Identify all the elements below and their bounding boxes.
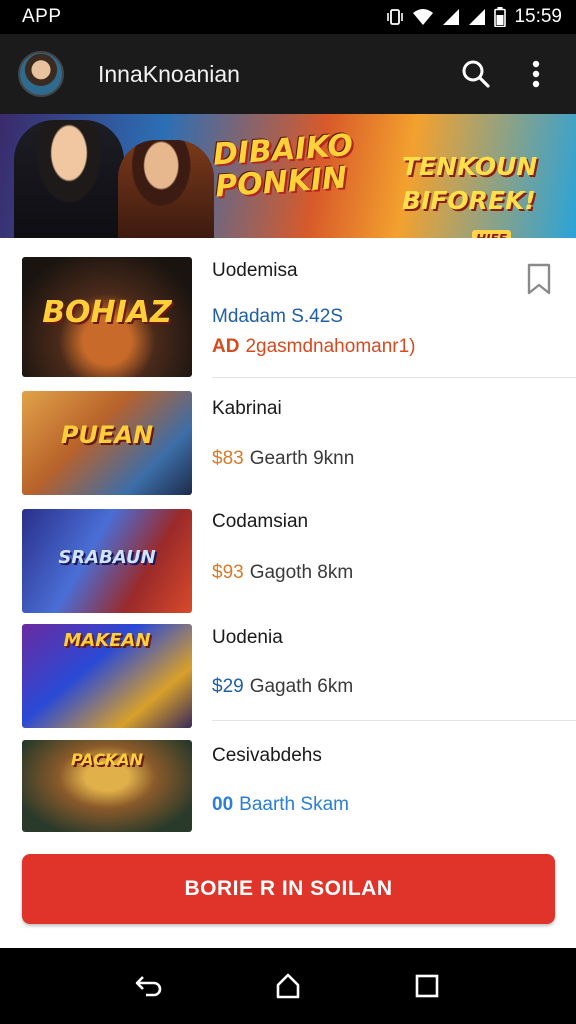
item-price: 00 Baarth Skam	[212, 794, 349, 816]
app-title: InnaKnoanian	[98, 60, 240, 87]
battery-icon	[494, 7, 507, 27]
thumbnail-title: MAKEAN	[63, 630, 151, 651]
item-price: AD 2gasmdnahomanr1)	[212, 336, 416, 358]
game-thumbnail: MAKEAN	[22, 624, 192, 728]
banner-hero-image	[118, 140, 214, 238]
item-title: Codamsian	[212, 511, 309, 532]
price-value: $93	[212, 562, 244, 583]
price-note: Gagoth 8km	[249, 562, 354, 583]
home-icon	[276, 973, 300, 999]
item-price: $29 Gagath 6km	[212, 676, 353, 698]
item-title: Kabrinai	[212, 398, 282, 419]
list-item[interactable]: BOHIAZ Uodemisa Mdadam S.42S AD 2gasmdna…	[0, 238, 576, 378]
system-nav-bar	[0, 948, 576, 1024]
item-title: Uodenia	[212, 627, 283, 648]
price-note: Gearth 9knn	[249, 448, 355, 469]
price-value: AD	[212, 336, 240, 357]
primary-action-button[interactable]: BORIE R IN SOILAN	[22, 854, 555, 924]
list-item[interactable]: PUEAN Kabrinai $83 Gearth 9knn	[0, 388, 576, 498]
signal-icon	[443, 9, 460, 25]
bookmark-button[interactable]	[524, 262, 554, 296]
banner-subtitle: TENKOUN BIFOREK! HIEE	[402, 150, 572, 238]
back-button[interactable]	[125, 962, 173, 1010]
banner-tag: HIEE	[472, 230, 511, 238]
back-icon	[136, 976, 162, 997]
home-button[interactable]	[264, 962, 312, 1010]
promo-banner[interactable]: DIBAIKO PONKIN TENKOUN BIFOREK! HIEE	[0, 114, 576, 238]
item-title: Cesivabdehs	[212, 745, 322, 766]
price-note: Baarth Skam	[239, 794, 349, 815]
banner-title: DIBAIKO PONKIN	[211, 127, 355, 205]
status-time: 15:59	[514, 6, 562, 27]
vibrate-icon	[387, 9, 404, 25]
status-icons: 15:59	[386, 6, 562, 28]
price-note: Gagath 6km	[249, 676, 354, 697]
item-title: Uodemisa	[212, 260, 298, 281]
item-price: $83 Gearth 9knn	[212, 448, 354, 470]
game-thumbnail: PACKAN	[22, 740, 192, 832]
game-list: BOHIAZ Uodemisa Mdadam S.42S AD 2gasmdna…	[0, 238, 576, 843]
status-app-label: APP	[22, 6, 62, 27]
item-price: $93 Gagoth 8km	[212, 562, 353, 584]
wifi-icon	[413, 9, 434, 25]
status-bar: APP 15:59	[0, 0, 576, 34]
thumbnail-title: PUEAN	[60, 421, 154, 449]
list-item[interactable]: MAKEAN Uodenia $29 Gagath 6km	[0, 623, 576, 733]
list-item[interactable]: SRABAUN Codamsian $93 Gagoth 8km	[0, 506, 576, 616]
signal-icon	[469, 9, 486, 25]
price-value: $29	[212, 676, 244, 697]
recents-icon	[415, 974, 438, 998]
thumbnail-title: PACKAN	[70, 750, 144, 769]
game-thumbnail: BOHIAZ	[22, 257, 192, 377]
price-note: 2gasmdnahomanr1)	[245, 336, 416, 357]
app-bar: InnaKnoanian	[0, 34, 576, 114]
thumbnail-title: SRABAUN	[58, 547, 156, 568]
avatar[interactable]	[18, 51, 64, 97]
more-options-button[interactable]	[514, 52, 558, 96]
more-vert-icon	[532, 60, 540, 88]
recents-button[interactable]	[403, 962, 451, 1010]
search-icon	[462, 60, 490, 88]
game-thumbnail: PUEAN	[22, 391, 192, 495]
price-value: 00	[212, 794, 234, 815]
item-subtitle: Mdadam S.42S	[212, 306, 343, 327]
list-item[interactable]: PACKAN Cesivabdehs 00 Baarth Skam	[0, 738, 576, 838]
search-button[interactable]	[454, 52, 498, 96]
banner-hero-image	[14, 120, 124, 238]
game-thumbnail: SRABAUN	[22, 509, 192, 613]
banner-subtitle-text: TENKOUN BIFOREK!	[402, 152, 538, 215]
bookmark-icon	[527, 263, 551, 295]
divider	[212, 377, 576, 378]
price-value: $83	[212, 448, 244, 469]
thumbnail-title: BOHIAZ	[42, 295, 172, 330]
divider	[212, 720, 576, 721]
